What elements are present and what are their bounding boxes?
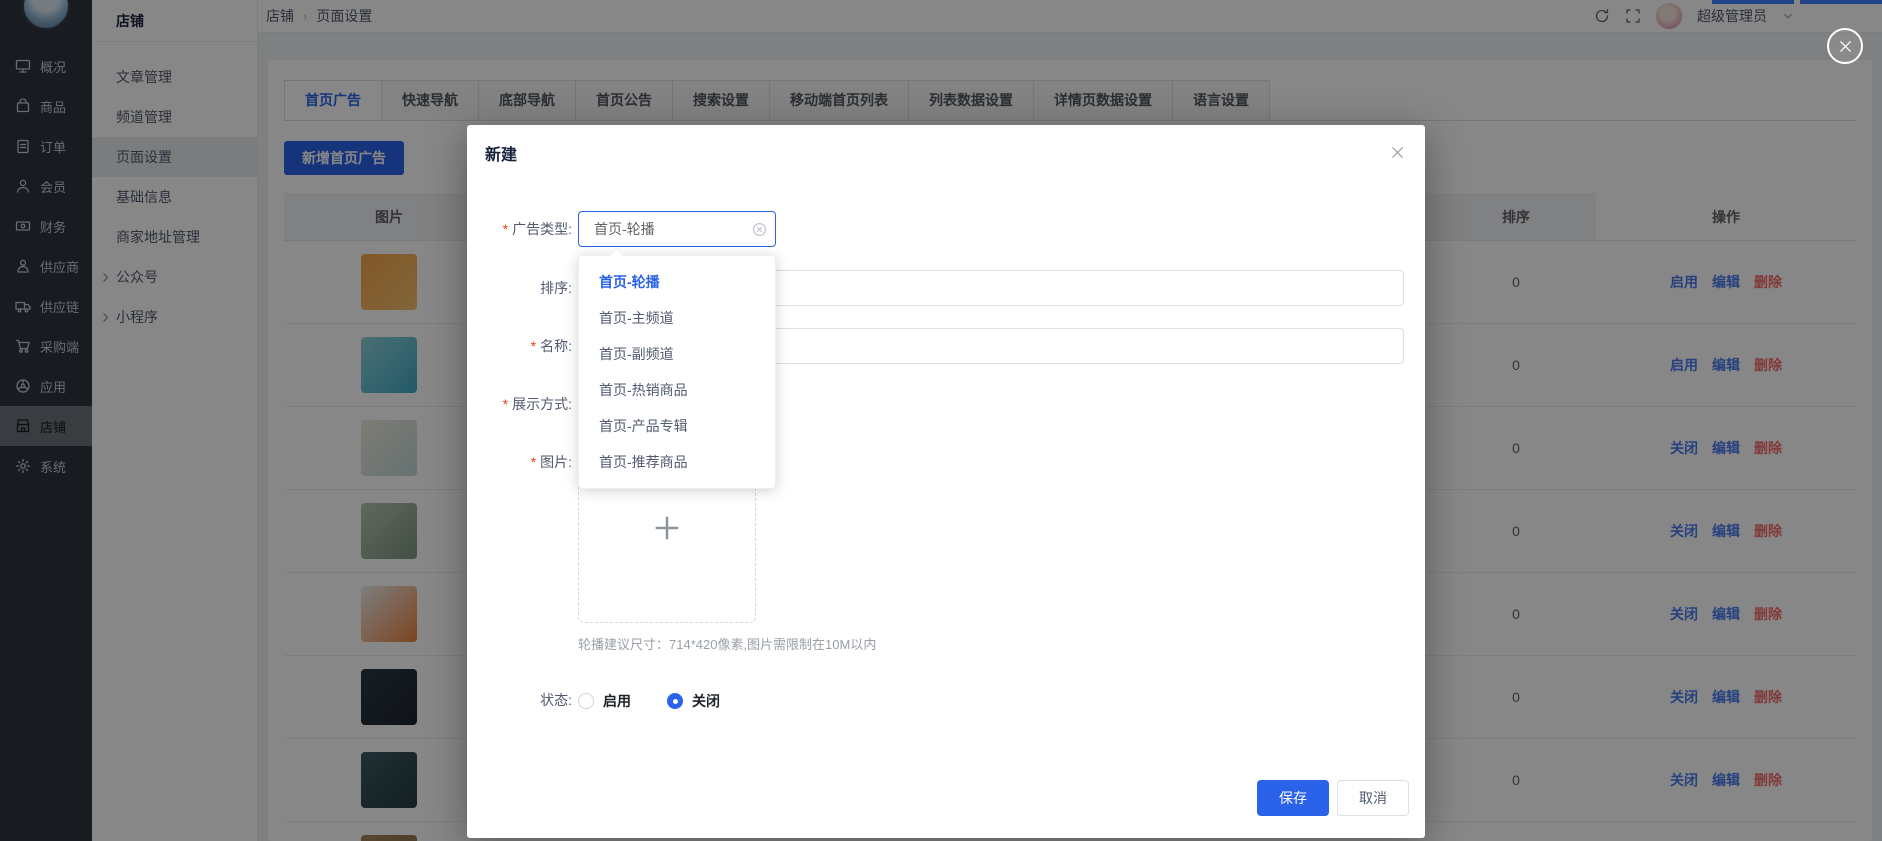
modal-title: 新建	[485, 141, 517, 165]
radio-unchecked-icon	[578, 693, 594, 709]
ad-type-select-value: 首页-轮播	[594, 219, 655, 239]
required-asterisk: *	[531, 338, 536, 354]
image-label: *图片:	[467, 454, 572, 470]
plus-icon	[652, 513, 682, 543]
cancel-button[interactable]: 取消	[1337, 780, 1409, 816]
dropdown-option[interactable]: 首页-副频道	[579, 336, 775, 372]
sort-label: 排序:	[467, 280, 572, 296]
floating-close-button[interactable]	[1827, 28, 1863, 64]
dropdown-option[interactable]: 首页-热销商品	[579, 372, 775, 408]
dropdown-option[interactable]: 首页-主频道	[579, 300, 775, 336]
status-radio-group: 启用 关闭	[578, 691, 720, 711]
modal-close-icon[interactable]	[1390, 145, 1405, 160]
name-label: *名称:	[467, 338, 572, 354]
display-mode-label: *展示方式:	[467, 396, 572, 412]
close-icon	[1838, 39, 1853, 54]
dropdown-option[interactable]: 首页-轮播	[579, 264, 775, 300]
status-label: 状态:	[467, 692, 572, 708]
radio-checked-icon	[667, 693, 683, 709]
ad-type-select[interactable]: 首页-轮播	[578, 211, 776, 247]
dropdown-option[interactable]: 首页-推荐商品	[579, 444, 775, 480]
required-asterisk: *	[503, 396, 508, 412]
app-screen: 概况 商品 订单 会员 财务 供应商 供	[0, 0, 1882, 841]
clear-icon[interactable]	[752, 222, 767, 237]
ad-type-label: *广告类型:	[467, 221, 572, 237]
ad-type-dropdown: 首页-轮播 首页-主频道 首页-副频道 首页-热销商品 首页-产品专辑 首页-推…	[578, 255, 776, 489]
dropdown-option[interactable]: 首页-产品专辑	[579, 408, 775, 444]
upload-hint: 轮播建议尺寸：714*420像素,图片需限制在10M以内	[578, 634, 876, 653]
save-button[interactable]: 保存	[1257, 780, 1329, 816]
required-asterisk: *	[531, 454, 536, 470]
status-radio-disable[interactable]: 关闭	[667, 691, 720, 711]
required-asterisk: *	[503, 221, 508, 237]
status-radio-enable[interactable]: 启用	[578, 691, 631, 711]
